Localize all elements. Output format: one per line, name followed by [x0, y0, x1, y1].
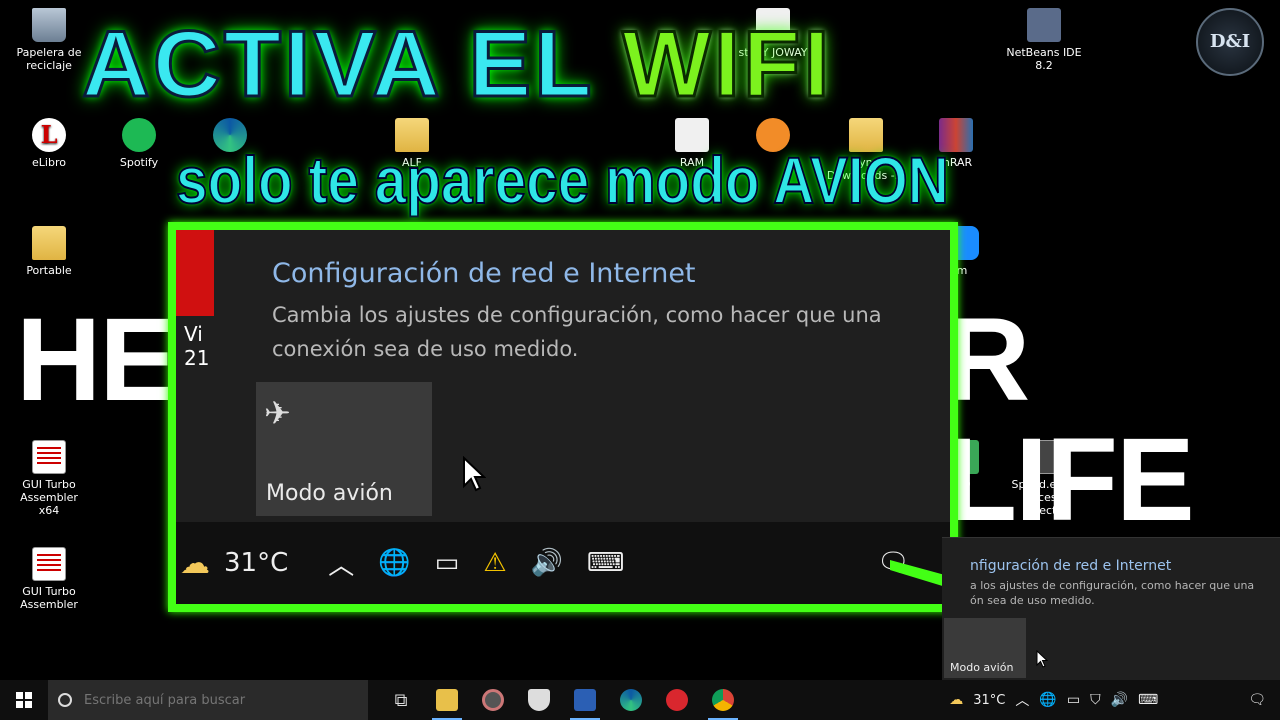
chrome-icon [712, 689, 734, 711]
defender-warning-icon[interactable]: ⚠ [483, 548, 506, 578]
folder-icon [436, 689, 458, 711]
desktop-icon-netbeans[interactable]: NetBeans IDE 8.2 [1004, 8, 1084, 72]
action-center-flyout: nfiguración de red e Internet a los ajus… [942, 537, 1280, 680]
action-center-title[interactable]: nfiguración de red e Internet [970, 558, 1171, 574]
desktop-icon-label: NetBeans IDE 8.2 [1006, 46, 1082, 72]
spotify-icon [122, 118, 156, 152]
mouse-cursor-icon-small [1036, 650, 1048, 668]
desktop-icon-elibro[interactable]: eLibro [9, 118, 89, 169]
desktop-icon-label: GUI Turbo Assembler [20, 585, 78, 611]
battery-plug-icon[interactable]: ▭ [1067, 692, 1080, 708]
search-icon [58, 693, 72, 707]
mouse-cursor-icon [463, 456, 486, 492]
word-icon [574, 689, 596, 711]
taskbar-security[interactable] [516, 680, 562, 720]
zoomed-network-panel: Vi 21 Configuración de red e Internet Ca… [168, 222, 958, 612]
background-text-left: HE [16, 294, 178, 426]
notification-icon[interactable]: 🗨 [1248, 692, 1266, 708]
search-input[interactable] [84, 692, 344, 708]
headline-wifi: WIFI [621, 11, 833, 116]
folder-icon [32, 226, 66, 260]
media-icon [482, 689, 504, 711]
task-view-button[interactable]: ⧉ [378, 680, 424, 720]
taskbar-temperature[interactable]: 31°C [973, 693, 1005, 708]
zoomed-taskbar-tray: ☁ 31°C ︿ 🌐 ▭ ⚠ 🔊 ⌨ 🗨 [176, 522, 950, 604]
volume-icon[interactable]: 🔊 [1111, 692, 1128, 708]
network-settings-title[interactable]: Configuración de red e Internet [272, 258, 696, 289]
desktop-icon-gui-turbo-assembler-x64[interactable]: GUI Turbo Assembler x64 [9, 440, 89, 517]
headline: ACTIVA EL WIFI [80, 11, 833, 116]
netbeans-icon [1027, 8, 1061, 42]
desktop-icon-label: GUI Turbo Assembler x64 [20, 478, 78, 517]
airplane-mode-label: Modo avión [266, 481, 393, 506]
tasm-icon [32, 547, 66, 581]
network-flyout: Configuración de red e Internet Cambia l… [216, 230, 950, 534]
channel-logo: D&I [1196, 8, 1264, 76]
desktop-icon-label: Papelera de reciclaje [16, 46, 82, 72]
desktop-icon-label: m [956, 264, 968, 277]
desktop-icon-label: eLibro [32, 156, 66, 169]
keyboard-icon[interactable]: ⌨ [1138, 692, 1158, 708]
mega-icon [666, 689, 688, 711]
chevron-up-icon[interactable]: ︿ [1015, 690, 1029, 710]
shield-icon [528, 689, 550, 711]
weather-icon: ☁ [180, 545, 210, 581]
elibro-icon [32, 118, 66, 152]
defender-icon[interactable]: ⛉ [1090, 692, 1101, 708]
airplane-mode-label-small: Modo avión [950, 661, 1014, 674]
recycle-bin-icon [32, 8, 66, 42]
desktop-icon-spotify[interactable]: Spotify [99, 118, 179, 169]
subheadline: solo te aparece modo AVION [175, 142, 949, 218]
taskbar-edge[interactable] [608, 680, 654, 720]
battery-plug-icon[interactable]: ▭ [435, 548, 460, 578]
system-tray: ☁ 31°C ︿ 🌐 ▭ ⛉ 🔊 ⌨ 🗨 [949, 690, 1280, 710]
desktop-icon-recycle-bin[interactable]: Papelera de reciclaje [9, 8, 89, 72]
taskbar-file-explorer[interactable] [424, 680, 470, 720]
taskbar-chrome[interactable] [700, 680, 746, 720]
edge-icon [620, 689, 642, 711]
desktop-icon-portable[interactable]: Portable [9, 226, 89, 277]
taskbar-media-app[interactable] [470, 680, 516, 720]
volume-icon[interactable]: 🔊 [531, 548, 563, 578]
weather-icon: ☁ [949, 692, 964, 708]
taskbar: ⧉ ☁ 31°C ︿ 🌐 ▭ ⛉ 🔊 ⌨ 🗨 [0, 680, 1280, 720]
taskbar-search[interactable] [48, 680, 368, 720]
headline-part1: ACTIVA EL [80, 11, 623, 116]
taskbar-mega[interactable] [654, 680, 700, 720]
task-view-icon: ⧉ [394, 689, 408, 710]
chevron-up-icon[interactable]: ︿ [328, 545, 354, 582]
network-settings-description: Cambia los ajustes de configuración, com… [272, 303, 882, 361]
action-center-description: a los ajustes de configuración, como hac… [970, 579, 1255, 607]
desktop-icon-label: Portable [26, 264, 72, 277]
airplane-icon: ✈ [264, 394, 291, 432]
keyboard-icon[interactable]: ⌨ [587, 548, 625, 578]
globe-network-icon[interactable]: 🌐 [1039, 692, 1056, 708]
temperature-label: 31°C [224, 548, 289, 578]
desktop-icon-gui-turbo-assembler[interactable]: GUI Turbo Assembler [9, 547, 89, 611]
side-text: Vi 21 [184, 322, 210, 370]
windows-logo-icon [16, 692, 32, 708]
airplane-mode-tile-small[interactable]: Modo avión [944, 618, 1026, 678]
background-text-right: R LIFE [945, 294, 1195, 546]
airplane-mode-tile[interactable]: ✈ Modo avión [256, 382, 432, 516]
tasm-icon [32, 440, 66, 474]
globe-network-icon[interactable]: 🌐 [378, 548, 410, 578]
start-button[interactable] [0, 680, 48, 720]
background-app-strip [176, 230, 214, 316]
taskbar-word[interactable] [562, 680, 608, 720]
desktop-icon-label: Spotify [119, 156, 159, 169]
